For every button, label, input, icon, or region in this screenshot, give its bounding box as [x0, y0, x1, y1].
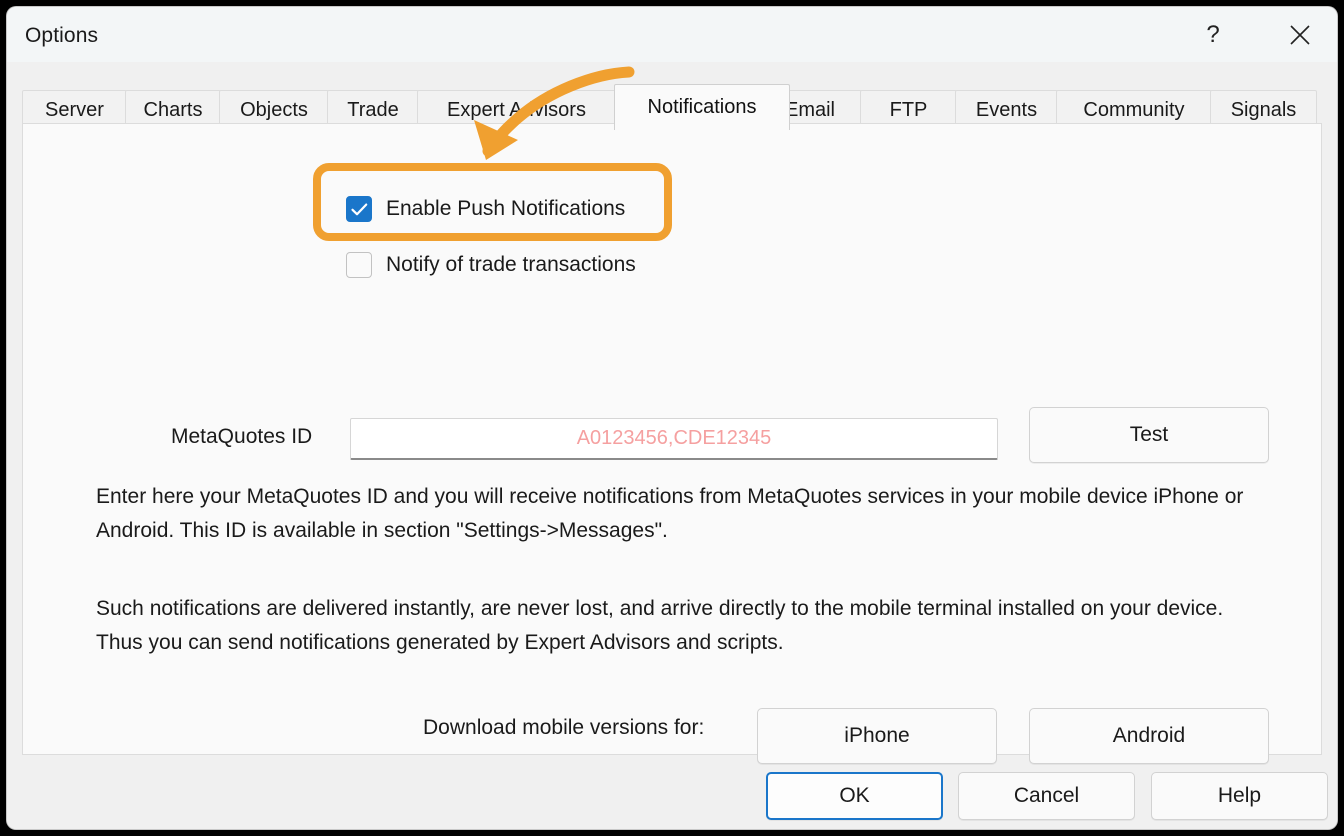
- options-dialog-window: Options ? Server Charts Objects Trade Ex…: [7, 7, 1337, 829]
- tab-strip: Server Charts Objects Trade Expert Advis…: [7, 62, 1337, 130]
- help-button[interactable]: Help: [1151, 772, 1328, 820]
- test-button[interactable]: Test: [1029, 407, 1269, 463]
- notify-trade-transactions-checkbox-row[interactable]: Notify of trade transactions: [346, 252, 636, 278]
- notify-trade-transactions-label: Notify of trade transactions: [386, 253, 636, 276]
- question-mark-icon: ?: [1206, 20, 1220, 48]
- notifications-description-paragraph-2: Such notifications are delivered instant…: [96, 597, 1224, 654]
- enable-push-notifications-checkbox[interactable]: [346, 196, 372, 222]
- notifications-panel: Enable Push Notifications Notify of trad…: [22, 123, 1322, 764]
- download-android-button[interactable]: Android: [1029, 708, 1269, 764]
- download-mobile-versions-label: Download mobile versions for:: [423, 716, 705, 739]
- window-title: Options: [25, 24, 99, 47]
- help-caption-button[interactable]: ?: [1182, 7, 1244, 62]
- tab-notifications[interactable]: Notifications: [614, 84, 790, 130]
- ok-button[interactable]: OK: [766, 772, 943, 820]
- metaquotes-id-label: MetaQuotes ID: [171, 425, 313, 448]
- title-bar: Options ?: [7, 7, 1337, 62]
- metaquotes-id-input[interactable]: [350, 418, 998, 460]
- close-caption-button[interactable]: [1269, 7, 1331, 62]
- notifications-description-paragraph-1: Enter here your MetaQuotes ID and you wi…: [96, 485, 1244, 542]
- notify-trade-transactions-checkbox[interactable]: [346, 252, 372, 278]
- dialog-footer: OK Cancel Help: [7, 755, 1337, 829]
- enable-push-notifications-label: Enable Push Notifications: [386, 197, 626, 220]
- download-iphone-button[interactable]: iPhone: [757, 708, 997, 764]
- cancel-button[interactable]: Cancel: [958, 772, 1135, 820]
- enable-push-notifications-checkbox-row[interactable]: Enable Push Notifications: [346, 196, 625, 222]
- close-icon: [1289, 24, 1311, 46]
